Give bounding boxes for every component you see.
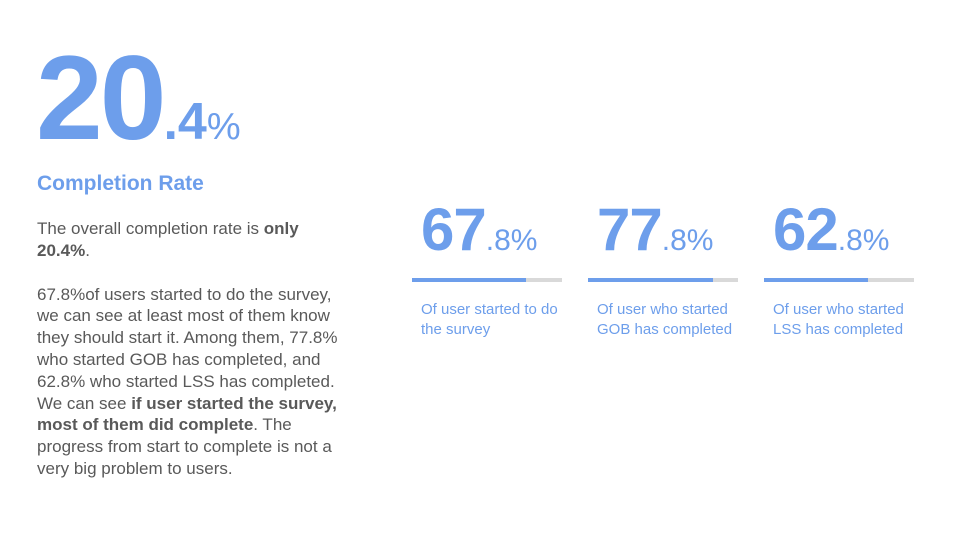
stat-integer: 67 [421,196,487,263]
stat-lss-completed: 62.8% Of user who started LSS has comple… [764,200,914,339]
stat-caption: Of user who started GOB has completed [597,301,733,338]
p1-end: . [85,240,90,260]
stat-integer: 62 [773,196,839,263]
progress-track [764,278,914,282]
stat-percent: % [510,224,538,257]
stat-decimal: .8 [485,224,511,257]
stat-decimal: .8 [661,224,687,257]
progress-fill [764,278,868,282]
progress-track [412,278,562,282]
stat-value: 62.8% [764,200,914,260]
headline-integer: 20 [36,31,166,165]
stat-integer: 77 [597,196,663,263]
p1-text: The overall completion rate is [37,219,264,238]
paragraph-overall: The overall completion rate is only 20.4… [37,218,347,262]
progress-fill [412,278,526,282]
headline-percent: % [206,106,241,148]
stat-started-survey: 67.8% Of user started to do the survey [412,200,562,339]
progress-fill [588,278,713,282]
stat-gob-completed: 77.8% Of user who started GOB has comple… [588,200,738,339]
stat-percent: % [862,224,890,257]
progress-track [588,278,738,282]
stat-percent: % [686,224,714,257]
section-subtitle: Completion Rate [37,172,204,195]
stat-value: 77.8% [588,200,738,260]
headline-decimal: .4 [163,93,207,151]
paragraph-details: 67.8%of users started to do the survey, … [37,284,347,480]
body-text: The overall completion rate is only 20.4… [37,218,347,502]
stat-caption: Of user who started LSS has completed [773,301,904,338]
completion-rate-headline: 20.4% [36,38,241,158]
stat-caption: Of user started to do the survey [421,301,558,338]
stat-value: 67.8% [412,200,562,260]
stat-decimal: .8 [837,224,863,257]
